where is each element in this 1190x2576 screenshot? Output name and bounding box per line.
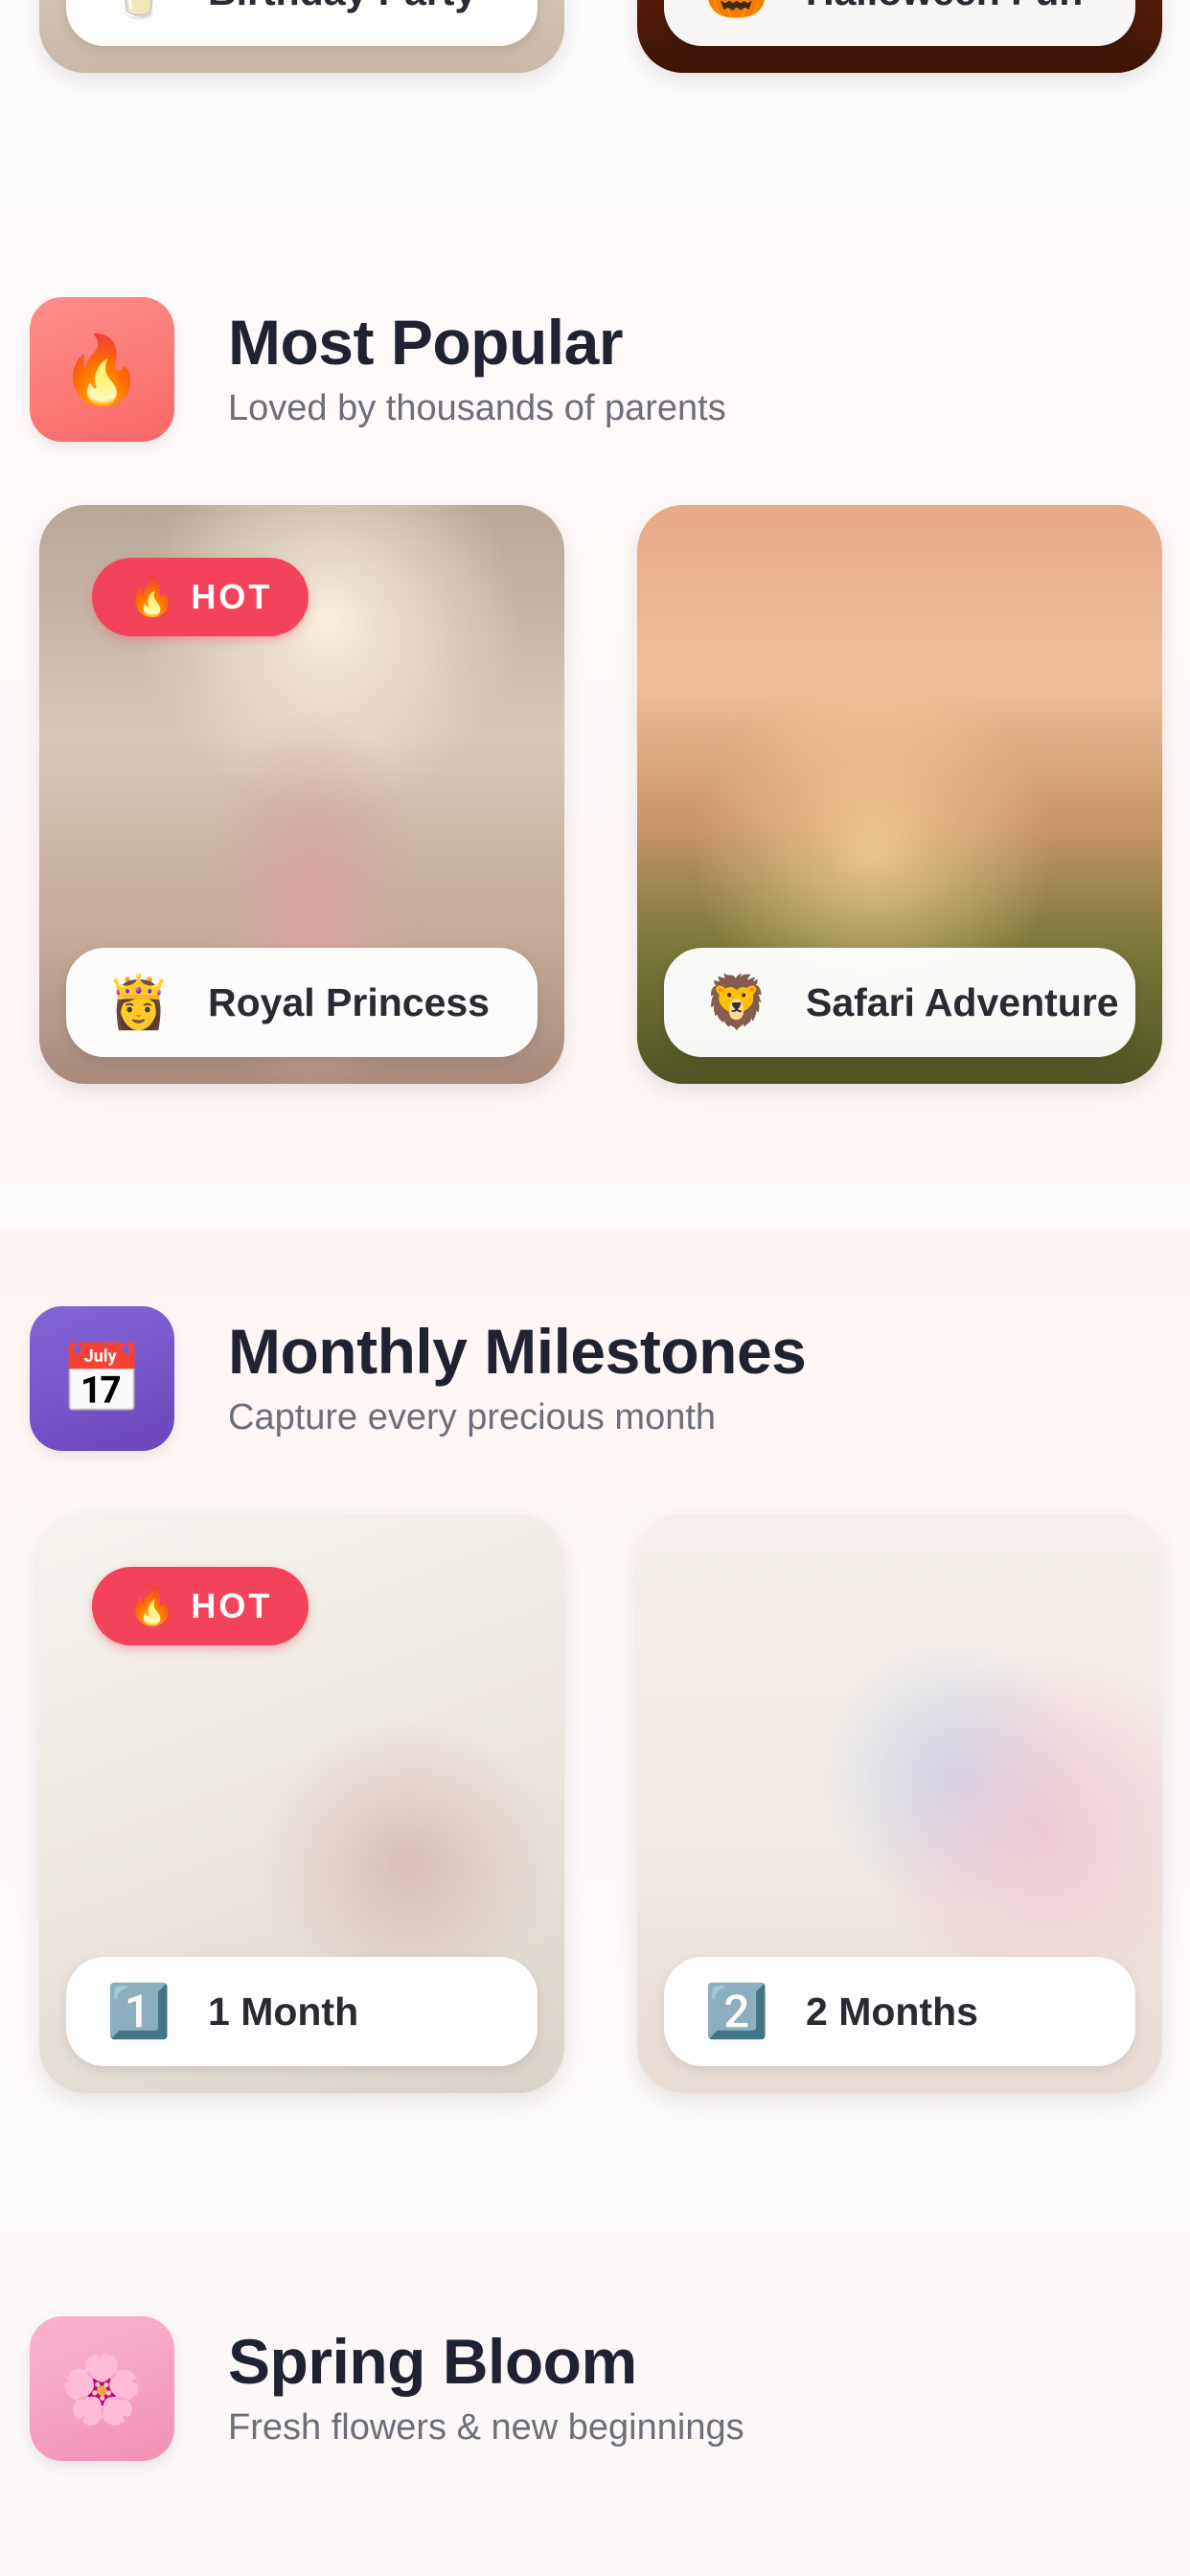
section-subtitle: Fresh flowers & new beginnings <box>228 2407 744 2448</box>
badge-text: HOT <box>191 1586 273 1625</box>
section-text: Monthly Milestones Capture every preciou… <box>228 1316 807 1439</box>
theme-label-pill: 🎃 Halloween Fun <box>664 0 1135 46</box>
fire-icon: 🔥 <box>127 576 176 618</box>
section-subtitle: Loved by thousands of parents <box>228 388 726 428</box>
theme-label-pill: 2️⃣ 2 Months <box>664 1957 1135 2066</box>
theme-name: Royal Princess <box>208 979 490 1024</box>
theme-name: Halloween Fun <box>806 0 1083 14</box>
section-text: Spring Bloom Fresh flowers & new beginni… <box>228 2327 744 2450</box>
theme-name: 1 Month <box>208 1989 359 2034</box>
blossom-icon: 🌸 <box>30 2316 174 2461</box>
section-header-spring-bloom: 🌸 Spring Bloom Fresh flowers & new begin… <box>30 2316 744 2461</box>
theme-card-1-month[interactable]: 🔥 HOT 1️⃣ 1 Month <box>39 1514 564 2093</box>
fire-emoji: 🔥 <box>59 332 145 407</box>
section-title: Monthly Milestones <box>228 1316 807 1388</box>
number-two-icon: 2️⃣ <box>704 1983 769 2040</box>
theme-card-2-months[interactable]: 2️⃣ 2 Months <box>637 1514 1162 2093</box>
section-title: Most Popular <box>228 307 624 379</box>
cup-icon: 🥛 <box>104 0 173 17</box>
theme-card-safari-adventure[interactable]: 🦁 Safari Adventure <box>637 505 1162 1084</box>
theme-label-pill: 👸 Royal Princess <box>66 948 538 1057</box>
hot-badge: 🔥 HOT <box>92 1567 309 1645</box>
theme-gallery-screen: 🥛 Birthday Party 🎃 Halloween Fun 🔥 Most … <box>0 0 1190 2576</box>
princess-icon: 👸 <box>106 974 172 1031</box>
theme-card-birthday-party[interactable]: 🥛 Birthday Party <box>39 0 564 73</box>
section-title: Spring Bloom <box>228 2326 637 2398</box>
number-one-icon: 1️⃣ <box>106 1983 172 2040</box>
theme-label-pill: 1️⃣ 1 Month <box>66 1957 538 2066</box>
fire-icon: 🔥 <box>127 1585 176 1627</box>
section-text: Most Popular Loved by thousands of paren… <box>228 308 726 430</box>
theme-name: Safari Adventure <box>806 979 1119 1024</box>
badge-text: HOT <box>191 577 273 616</box>
fire-icon: 🔥 <box>30 297 174 442</box>
theme-card-royal-princess[interactable]: 🔥 HOT 👸 Royal Princess <box>39 505 564 1084</box>
section-header-monthly-milestones: 📅 Monthly Milestones Capture every preci… <box>30 1306 807 1451</box>
pumpkin-icon: 🎃 <box>702 0 771 17</box>
theme-name: 2 Months <box>806 1989 978 2034</box>
blossom-emoji: 🌸 <box>59 2351 145 2426</box>
lion-icon: 🦁 <box>704 974 769 1031</box>
hot-badge: 🔥 HOT <box>92 558 309 636</box>
calendar-emoji: 📅 <box>59 1341 145 1416</box>
theme-label-pill: 🦁 Safari Adventure <box>664 948 1135 1057</box>
theme-label-pill: 🥛 Birthday Party <box>66 0 538 46</box>
theme-name: Birthday Party <box>208 0 476 14</box>
section-header-most-popular: 🔥 Most Popular Loved by thousands of par… <box>30 297 726 442</box>
section-subtitle: Capture every precious month <box>228 1397 717 1438</box>
theme-card-halloween-fun[interactable]: 🎃 Halloween Fun <box>637 0 1162 73</box>
calendar-icon: 📅 <box>30 1306 174 1451</box>
